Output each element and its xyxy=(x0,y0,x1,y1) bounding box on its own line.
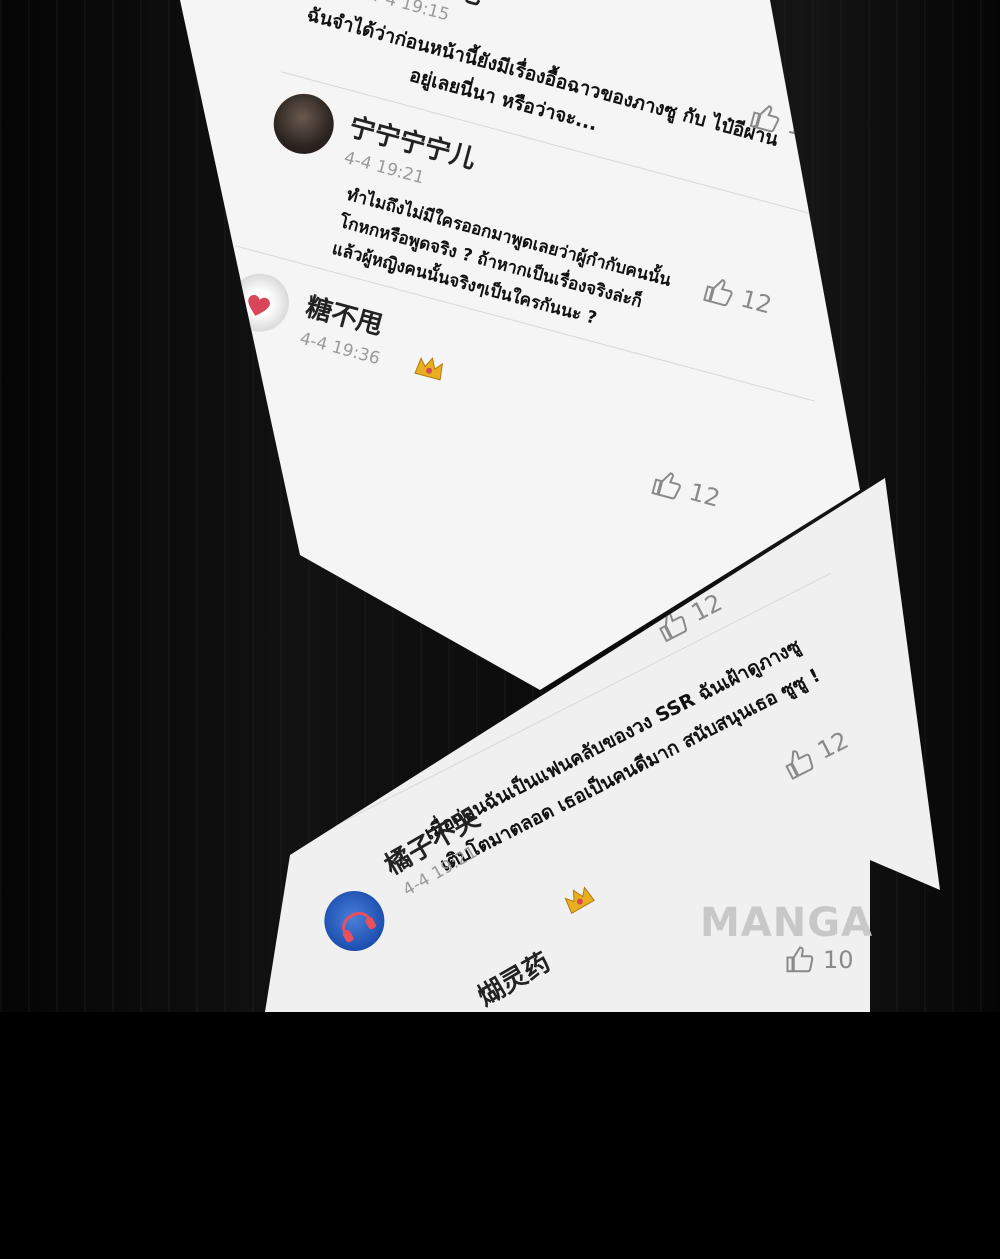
crown-icon xyxy=(414,356,443,381)
thumbs-up-icon xyxy=(651,472,681,500)
like-button[interactable]: 10 xyxy=(785,945,854,975)
watermark: MANGA xyxy=(700,900,874,946)
thumbs-up-icon xyxy=(786,946,814,973)
avatar[interactable] xyxy=(313,880,396,962)
like-button[interactable]: 12 xyxy=(649,467,723,514)
like-count: 10 xyxy=(823,946,854,974)
crown-icon xyxy=(564,886,595,915)
avatar[interactable] xyxy=(266,87,341,161)
like-count: 12 xyxy=(686,477,723,513)
like-button[interactable]: 12 xyxy=(701,274,775,321)
like-count: 12 xyxy=(737,284,775,320)
thumbs-up-icon xyxy=(703,278,733,307)
headphones-icon xyxy=(342,912,377,943)
